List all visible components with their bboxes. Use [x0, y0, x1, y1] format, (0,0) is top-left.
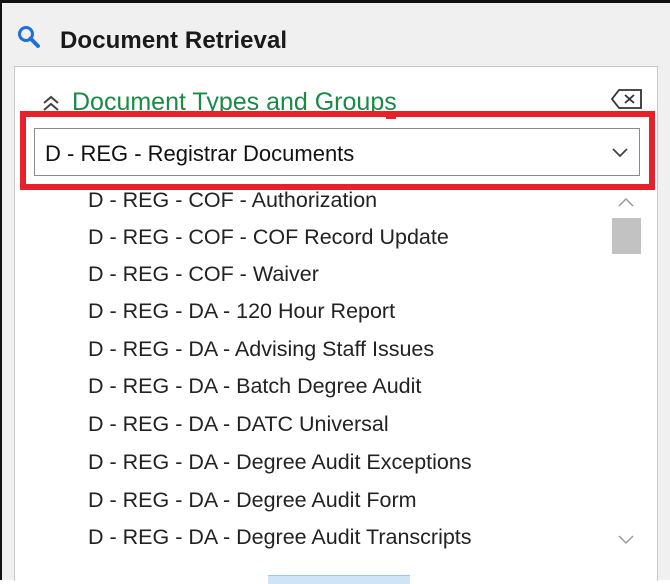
- list-scrollbar[interactable]: [606, 185, 646, 555]
- scroll-down-icon[interactable]: [616, 533, 636, 547]
- list-item[interactable]: D - REG - DA - Degree Audit Form: [88, 488, 417, 513]
- scroll-up-icon[interactable]: [616, 195, 636, 209]
- scrollbar-thumb[interactable]: [612, 218, 641, 254]
- document-type-list: D - REG - COF - Authorization D - REG - …: [34, 185, 604, 555]
- list-item[interactable]: D - REG - COF - Authorization: [88, 188, 377, 213]
- highlight-box: [20, 111, 655, 190]
- list-item[interactable]: D - REG - DA - Batch Degree Audit: [88, 374, 421, 399]
- list-item[interactable]: D - REG - DA - Advising Staff Issues: [88, 337, 434, 362]
- window-title: Document Retrieval: [60, 27, 288, 54]
- list-item[interactable]: D - REG - COF - COF Record Update: [88, 225, 449, 250]
- search-icon: [18, 26, 40, 48]
- clear-backspace-icon[interactable]: [610, 88, 644, 110]
- list-item[interactable]: D - REG - DA - 120 Hour Report: [88, 299, 395, 324]
- list-item[interactable]: D - REG - COF - Waiver: [88, 262, 319, 287]
- title-bar: Document Retrieval: [2, 3, 670, 62]
- list-item[interactable]: D - REG - DA - Degree Audit Exceptions: [88, 450, 472, 475]
- highlight-marker: [386, 113, 396, 119]
- list-item[interactable]: D - REG - DA - DATC Universal: [88, 412, 389, 437]
- list-item[interactable]: D - REG - DA - Degree Audit Transcripts: [88, 525, 472, 550]
